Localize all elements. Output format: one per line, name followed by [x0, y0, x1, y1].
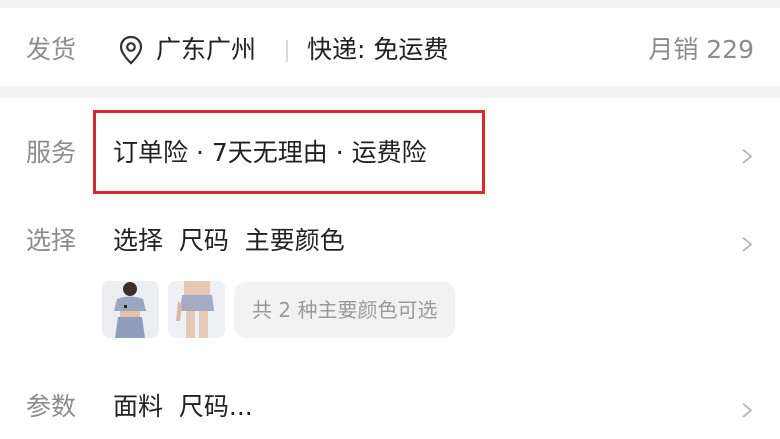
product-options-card: 服务 订单险 · 7天无理由 · 运费险 选择 选择 尺码 主要颜色 共 2 种… — [0, 98, 780, 439]
product-thumbnail[interactable] — [102, 281, 159, 338]
divider — [286, 40, 288, 62]
color-options-badge[interactable]: 共 2 种主要颜色可选 — [234, 282, 456, 338]
params-label: 参数 — [26, 392, 77, 421]
shipping-label: 发货 — [26, 35, 77, 64]
select-value: 选择 尺码 主要颜色 — [113, 226, 345, 255]
monthly-sales: 月销 229 — [648, 35, 754, 64]
params-value: 面料 尺码... — [113, 392, 253, 421]
service-label: 服务 — [26, 138, 77, 167]
shipping-location: 广东广州 — [156, 35, 257, 64]
shipping-fee: 快递: 免运费 — [307, 35, 449, 64]
select-label: 选择 — [26, 226, 77, 255]
shipping-card: 发货 广东广州 快递: 免运费 月销 229 — [0, 8, 780, 86]
service-value: 订单险 · 7天无理由 · 运费险 — [113, 138, 427, 167]
location-pin-icon — [119, 35, 143, 65]
product-thumbnail[interactable] — [168, 281, 225, 338]
chevron-right-icon[interactable] — [740, 233, 754, 255]
chevron-right-icon[interactable] — [740, 399, 754, 421]
chevron-right-icon[interactable] — [740, 145, 754, 167]
